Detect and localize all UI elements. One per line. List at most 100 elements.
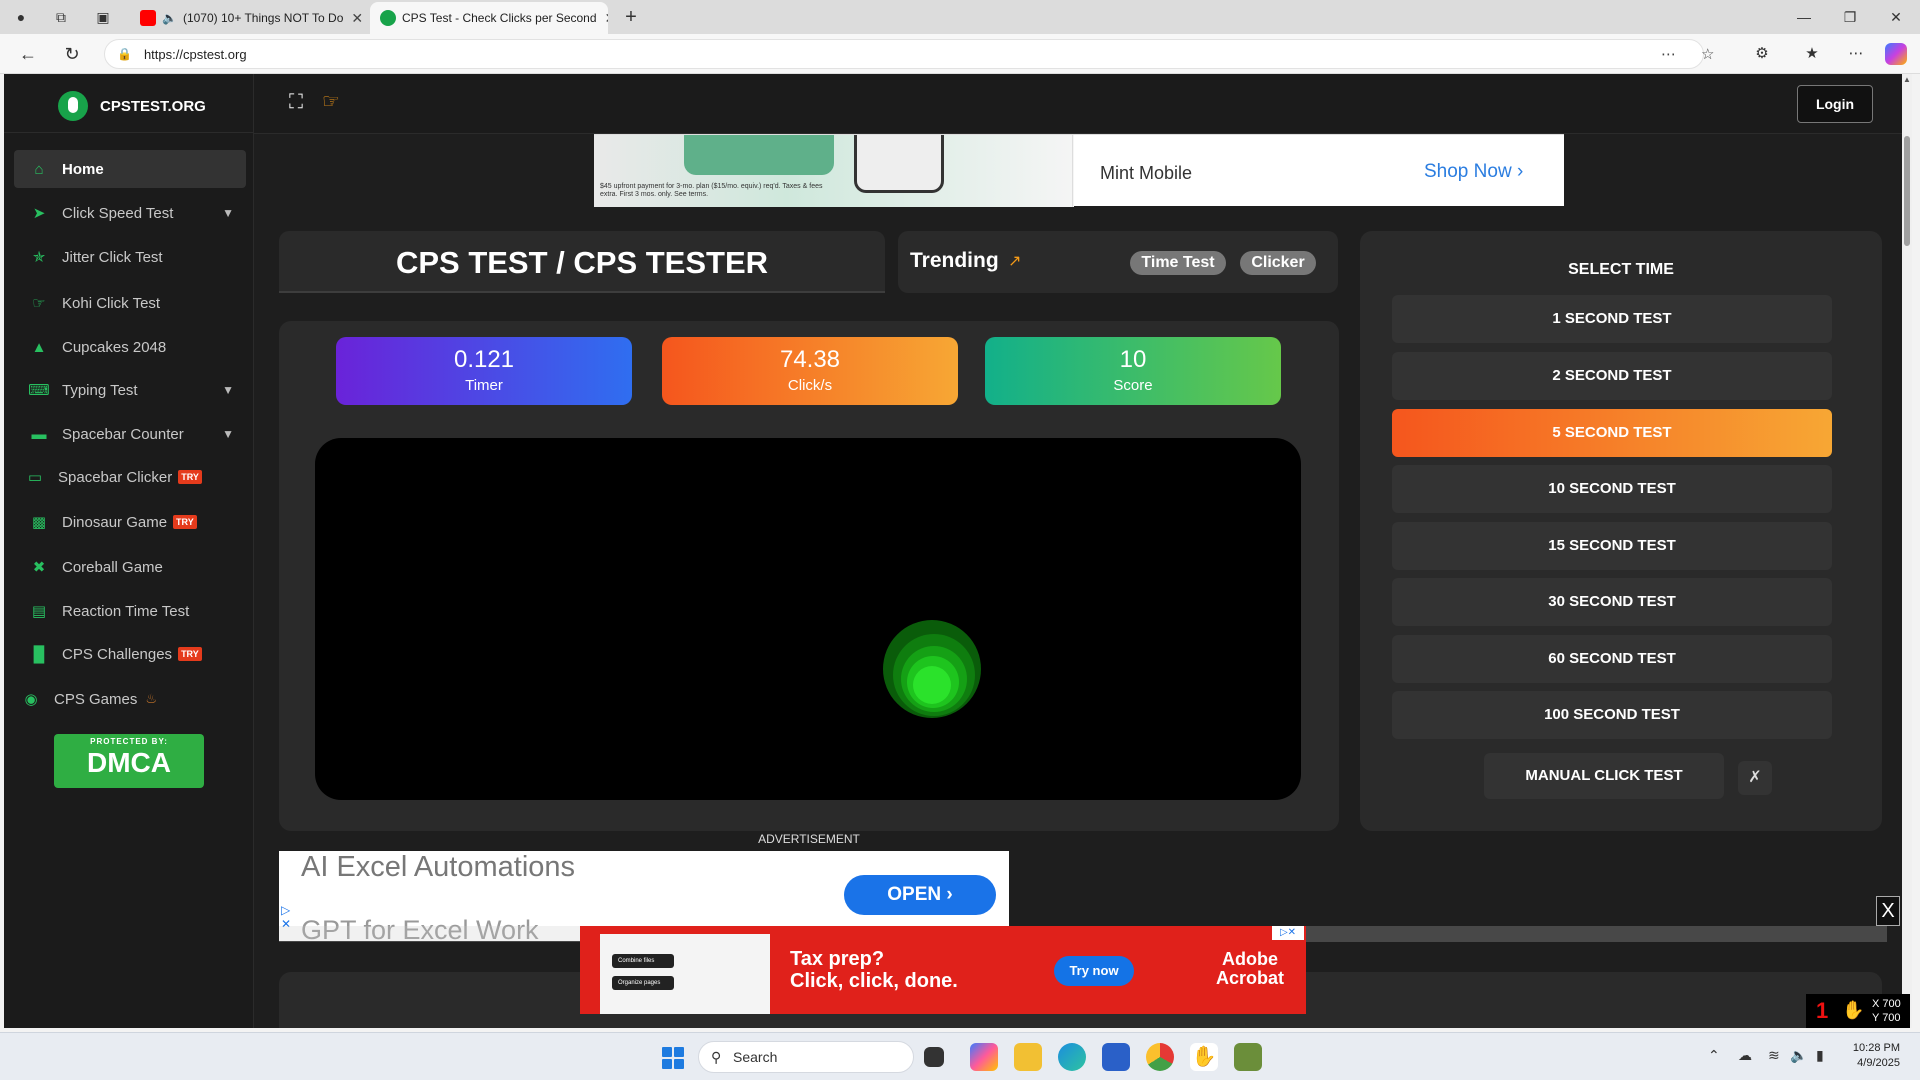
sidebar-item-cupcakes-2048[interactable]: ▲ Cupcakes 2048 (14, 328, 246, 366)
store-icon[interactable] (1102, 1043, 1130, 1071)
trending-pill-clicker[interactable]: Clicker (1240, 251, 1316, 275)
edge-icon[interactable] (1058, 1043, 1086, 1071)
task-view-icon[interactable] (924, 1047, 944, 1067)
taskbar-search[interactable]: ⚲ Search (698, 1041, 914, 1073)
time-option-30s[interactable]: 30 SECOND TEST (1392, 578, 1832, 626)
time-option-2s[interactable]: 2 SECOND TEST (1392, 352, 1832, 400)
click-ripple (913, 666, 951, 704)
spacebar-icon: ▭ (27, 469, 43, 486)
adobe-acrobat-ad[interactable]: Combine files Organize pages Tax prep? C… (580, 926, 1306, 1014)
sidebar-item-label: Typing Test (62, 381, 138, 399)
browser-tab-cpstest[interactable]: CPS Test - Check Clicks per Second ✕ (370, 2, 608, 34)
cupcake-icon: ▲ (31, 338, 47, 356)
cloud-icon[interactable]: ☁ (1738, 1047, 1752, 1064)
time-option-10s[interactable]: 10 SECOND TEST (1392, 465, 1832, 513)
adchoices-icon[interactable]: ▷✕ (1272, 926, 1304, 940)
reader-options-icon[interactable]: ⋯ (1661, 40, 1676, 70)
shop-now-link[interactable]: Shop Now › (1424, 161, 1523, 183)
scrollbar-thumb[interactable] (1904, 136, 1910, 246)
minecraft-icon[interactable] (1234, 1043, 1262, 1071)
minimize-icon[interactable]: — (1781, 0, 1827, 34)
sound-off-icon[interactable]: ✗ (1738, 761, 1772, 795)
red-hand-app-icon[interactable]: ✋ (1190, 1043, 1218, 1071)
chrome-icon[interactable] (1146, 1043, 1174, 1071)
close-window-icon[interactable]: ✕ (1873, 0, 1919, 34)
sidebar-item-cps-games[interactable]: ◉ CPS Games ♨ (14, 680, 246, 718)
dmca-name: DMCA (87, 747, 171, 778)
chevron-down-icon[interactable]: ▼ (222, 206, 234, 220)
try-badge: TRY (178, 647, 202, 661)
favorites-icon[interactable]: ★ (1800, 42, 1824, 66)
back-icon[interactable]: ← (16, 42, 40, 66)
windows-start-icon[interactable] (662, 1047, 684, 1069)
brand-name: CPSTEST.ORG (100, 97, 206, 115)
chevron-down-icon[interactable]: ▼ (222, 383, 234, 397)
ad-brand: Mint Mobile (1100, 163, 1193, 183)
sidebar-item-reaction-time-test[interactable]: ▤ Reaction Time Test (14, 592, 246, 630)
sidebar-item-coreball-game[interactable]: ✖ Coreball Game (14, 548, 246, 586)
sidebar-item-label: Reaction Time Test (62, 602, 190, 620)
sidebar-item-label: Jitter Click Test (62, 248, 163, 266)
close-tab-icon[interactable]: ✕ (597, 10, 608, 27)
time-option-1s[interactable]: 1 SECOND TEST (1392, 295, 1832, 343)
tab-actions-icon[interactable]: ▣ (92, 6, 114, 28)
sidebar-item-cps-challenges[interactable]: █ CPS Challenges TRY (14, 635, 246, 673)
speaker-icon[interactable]: 🔈 (162, 11, 177, 25)
microsoft-365-icon[interactable] (970, 1043, 998, 1071)
dmca-badge[interactable]: PROTECTED BY: DMCA (54, 734, 204, 788)
workspaces-icon[interactable]: ⧉ (50, 6, 72, 28)
sidebar-item-spacebar-clicker[interactable]: ▭ Spacebar Clicker TRY (14, 458, 246, 496)
ad-fine-print: $45 upfront payment for 3-mo. plan ($15/… (600, 183, 823, 198)
stopwatch-icon: ▤ (31, 603, 47, 620)
cps-label: Click/s (787, 377, 833, 394)
site-logo[interactable]: CPSTEST.ORG (58, 90, 206, 122)
trending-pill-time-test[interactable]: Time Test (1130, 251, 1226, 275)
manual-click-test-button[interactable]: MANUAL CLICK TEST (1484, 753, 1724, 799)
browser-tab-youtube[interactable]: 🔈 (1070) 10+ Things NOT To Do ✕ (130, 2, 368, 34)
try-now-button[interactable]: Try now (1054, 956, 1134, 986)
battery-icon[interactable]: ▮ (1816, 1047, 1824, 1064)
favorite-star-icon[interactable]: ☆ (1701, 40, 1714, 70)
cps-stat: 74.38 Click/s (662, 337, 958, 405)
mint-mobile-ad[interactable]: $45 upfront payment for 3-mo. plan ($15/… (594, 134, 1564, 207)
refresh-icon[interactable]: ↻ (60, 42, 84, 66)
game-card: 0.121 Timer 74.38 Click/s 10 Score (279, 321, 1339, 831)
wifi-icon[interactable]: ≋ (1768, 1047, 1780, 1064)
sidebar-item-home[interactable]: ⌂ Home (14, 150, 246, 188)
close-tab-icon[interactable]: ✕ (343, 10, 363, 27)
ad-open-button[interactable]: OPEN › (844, 875, 996, 915)
time-option-60s[interactable]: 60 SECOND TEST (1392, 635, 1832, 683)
sidebar-item-typing-test[interactable]: ⌨ Typing Test ▼ (14, 371, 246, 409)
select-time-heading: SELECT TIME (1568, 261, 1674, 278)
site-info-icon[interactable]: 🔒 (117, 47, 132, 61)
url-field[interactable]: 🔒 https://cpstest.org ⋯ ☆ (104, 39, 1714, 70)
sidebar-item-kohi-click-test[interactable]: ☞ Kohi Click Test (14, 284, 246, 322)
sidebar-item-spacebar-counter[interactable]: ▬ Spacebar Counter ▼ (14, 415, 246, 453)
copilot-icon[interactable] (1885, 43, 1907, 65)
chevron-up-icon[interactable]: ⌃ (1708, 1047, 1720, 1064)
sidebar-item-label: Dinosaur Game (62, 513, 168, 531)
browser-tab-bar: ● ⧉ ▣ 🔈 (1070) 10+ Things NOT To Do ✕ CP… (0, 0, 1920, 34)
pointing-hand-icon[interactable]: ☞ (318, 89, 344, 115)
trending-card: Trending ↗ Time Test Clicker (898, 231, 1338, 293)
sidebar-item-dinosaur-game[interactable]: ▩ Dinosaur Game TRY (14, 503, 246, 541)
extensions-icon[interactable]: ⚙ (1750, 42, 1774, 66)
time-option-5s[interactable]: 5 SECOND TEST (1392, 409, 1832, 457)
close-ad-button[interactable]: X (1876, 896, 1900, 926)
sidebar-item-jitter-click-test[interactable]: ✯ Jitter Click Test (14, 238, 246, 276)
click-area[interactable] (315, 438, 1301, 800)
fullscreen-icon[interactable]: ⛶ (284, 90, 308, 114)
profile-icon[interactable]: ● (10, 6, 32, 28)
time-option-100s[interactable]: 100 SECOND TEST (1392, 691, 1832, 739)
sidebar-item-click-speed-test[interactable]: ➤ Click Speed Test ▼ (14, 194, 246, 232)
scroll-up-icon[interactable]: ▲ (1902, 74, 1912, 86)
login-button[interactable]: Login (1797, 85, 1873, 123)
restore-icon[interactable]: ❐ (1827, 0, 1873, 34)
clock[interactable]: 10:28 PM 4/9/2025 (1848, 1041, 1900, 1071)
volume-icon[interactable]: 🔈 (1790, 1047, 1807, 1064)
chevron-down-icon[interactable]: ▼ (222, 427, 234, 441)
more-menu-icon[interactable]: ⋯ (1844, 42, 1868, 66)
time-option-15s[interactable]: 15 SECOND TEST (1392, 522, 1832, 570)
file-explorer-icon[interactable] (1014, 1043, 1042, 1071)
new-tab-icon[interactable]: + (620, 6, 642, 28)
